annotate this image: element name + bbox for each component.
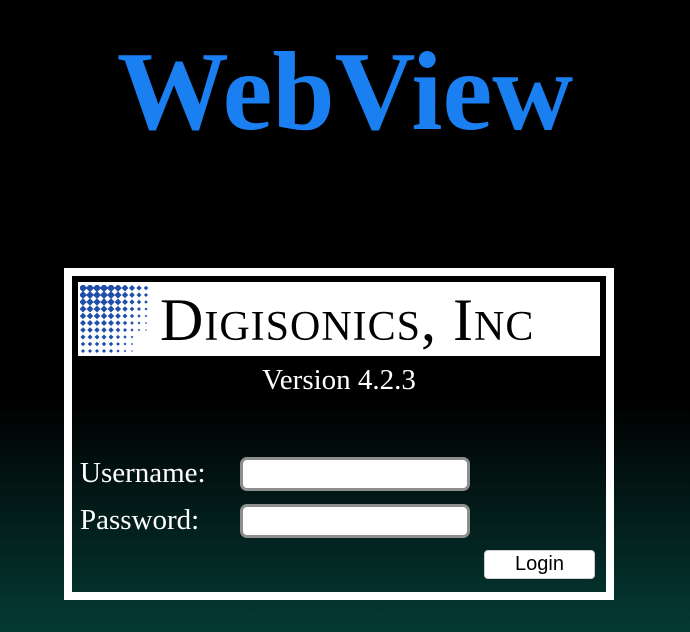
- company-name: Digisonics, Inc: [160, 287, 535, 353]
- password-label: Password:: [80, 504, 200, 536]
- username-label: Username:: [80, 457, 206, 489]
- username-input[interactable]: [240, 457, 470, 491]
- version-label: Version 4.2.3: [262, 364, 416, 396]
- digisonics-grid-logo-icon: [80, 285, 149, 353]
- login-button[interactable]: Login: [484, 550, 595, 579]
- app-title: WebView: [116, 30, 574, 154]
- company-logo-banner: Digisonics, Inc: [78, 282, 600, 356]
- password-input[interactable]: [240, 504, 470, 538]
